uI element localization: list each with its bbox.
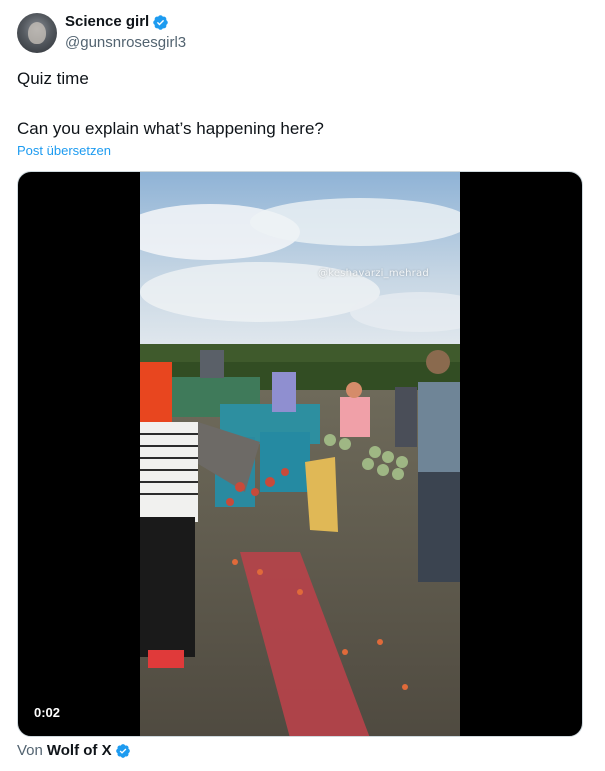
tweet-line-1: Quiz time — [17, 69, 89, 88]
verified-badge-icon — [115, 744, 130, 758]
video-player[interactable]: @keshavarzi_mehrad 0:02 — [17, 171, 583, 737]
video-frame[interactable]: @keshavarzi_mehrad — [140, 172, 460, 736]
tweet-line-2: Can you explain what’s happening here? — [17, 119, 324, 138]
video-watermark: @keshavarzi_mehrad — [318, 268, 429, 279]
video-source-attribution: Von Wolf of X — [17, 741, 131, 761]
source-prefix: Von — [17, 742, 43, 759]
translate-post-link[interactable]: Post übersetzen — [17, 143, 111, 158]
video-timestamp: 0:02 — [34, 705, 61, 720]
verified-badge-icon — [153, 14, 168, 30]
author-handle[interactable]: @gunsnrosesgirl3 — [65, 33, 186, 53]
author-names: Science girl @gunsnrosesgirl3 — [65, 13, 186, 53]
avatar[interactable] — [17, 13, 57, 53]
author-display-name[interactable]: Science girl — [65, 13, 149, 31]
video-still-image — [140, 172, 460, 736]
tweet-header: Science girl @gunsnrosesgirl3 — [17, 13, 186, 53]
name-row: Science girl — [65, 13, 186, 31]
source-name-link[interactable]: Wolf of X — [47, 741, 112, 761]
